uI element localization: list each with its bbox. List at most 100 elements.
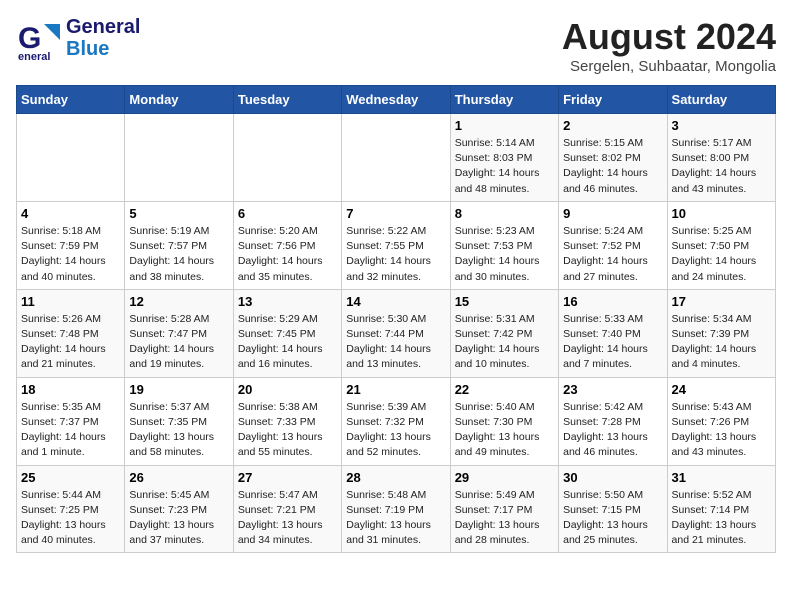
day-info: Sunrise: 5:31 AM Sunset: 7:42 PM Dayligh… xyxy=(455,312,554,373)
day-number: 6 xyxy=(238,206,337,221)
calendar-cell: 11 Sunrise: 5:26 AM Sunset: 7:48 PM Dayli… xyxy=(17,289,125,377)
calendar-cell: 30 Sunrise: 5:50 AM Sunset: 7:15 PM Dayli… xyxy=(559,465,667,553)
calendar-cell: 5Sunrise: 5:19 AM Sunset: 7:57 PM Daylig… xyxy=(125,201,233,289)
day-number: 23 xyxy=(563,382,662,397)
calendar-cell: 24Sunrise: 5:43 AM Sunset: 7:26 PM Dayli… xyxy=(667,377,775,465)
calendar-cell: 14Sunrise: 5:30 AM Sunset: 7:44 PM Dayli… xyxy=(342,289,450,377)
day-number: 29 xyxy=(455,470,554,485)
calendar-cell: 19 Sunrise: 5:37 AM Sunset: 7:35 PM Dayli… xyxy=(125,377,233,465)
svg-text:eneral: eneral xyxy=(18,51,50,60)
calendar-cell: 22Sunrise: 5:40 AM Sunset: 7:30 PM Dayli… xyxy=(450,377,558,465)
calendar-cell xyxy=(233,114,341,202)
day-info: Sunrise: 5:24 AM Sunset: 7:52 PM Dayligh… xyxy=(563,224,662,285)
day-info: Sunrise: 5:42 AM Sunset: 7:28 PM Dayligh… xyxy=(563,400,662,461)
calendar-cell: 9 Sunrise: 5:24 AM Sunset: 7:52 PM Daylig… xyxy=(559,201,667,289)
calendar-cell: 18Sunrise: 5:35 AM Sunset: 7:37 PM Dayli… xyxy=(17,377,125,465)
day-info: Sunrise: 5:15 AM Sunset: 8:02 PM Dayligh… xyxy=(563,136,662,197)
day-number: 15 xyxy=(455,294,554,309)
month-title: August 2024 xyxy=(562,16,776,58)
week-row-4: 18Sunrise: 5:35 AM Sunset: 7:37 PM Dayli… xyxy=(17,377,776,465)
calendar-cell xyxy=(342,114,450,202)
day-number: 30 xyxy=(563,470,662,485)
day-number: 8 xyxy=(455,206,554,221)
calendar-cell: 2 Sunrise: 5:15 AM Sunset: 8:02 PM Daylig… xyxy=(559,114,667,202)
weekday-header-row: SundayMondayTuesdayWednesdayThursdayFrid… xyxy=(17,86,776,114)
day-info: Sunrise: 5:45 AM Sunset: 7:23 PM Dayligh… xyxy=(129,488,228,549)
calendar-cell: 16 Sunrise: 5:33 AM Sunset: 7:40 PM Dayli… xyxy=(559,289,667,377)
day-info: Sunrise: 5:38 AM Sunset: 7:33 PM Dayligh… xyxy=(238,400,337,461)
weekday-header-thursday: Thursday xyxy=(450,86,558,114)
day-number: 17 xyxy=(672,294,771,309)
calendar-cell: 31Sunrise: 5:52 AM Sunset: 7:14 PM Dayli… xyxy=(667,465,775,553)
day-number: 21 xyxy=(346,382,445,397)
day-info: Sunrise: 5:47 AM Sunset: 7:21 PM Dayligh… xyxy=(238,488,337,549)
calendar-cell: 21 Sunrise: 5:39 AM Sunset: 7:32 PM Dayli… xyxy=(342,377,450,465)
day-number: 13 xyxy=(238,294,337,309)
day-info: Sunrise: 5:18 AM Sunset: 7:59 PM Dayligh… xyxy=(21,224,120,285)
calendar-cell xyxy=(125,114,233,202)
day-number: 25 xyxy=(21,470,120,485)
logo: G eneral General Blue xyxy=(16,16,140,60)
calendar-cell xyxy=(17,114,125,202)
calendar-cell: 27 Sunrise: 5:47 AM Sunset: 7:21 PM Dayli… xyxy=(233,465,341,553)
day-info: Sunrise: 5:40 AM Sunset: 7:30 PM Dayligh… xyxy=(455,400,554,461)
week-row-5: 25 Sunrise: 5:44 AM Sunset: 7:25 PM Dayli… xyxy=(17,465,776,553)
day-number: 1 xyxy=(455,118,554,133)
calendar-cell: 4 Sunrise: 5:18 AM Sunset: 7:59 PM Daylig… xyxy=(17,201,125,289)
day-number: 26 xyxy=(129,470,228,485)
logo-general: General xyxy=(66,16,140,38)
calendar-cell: 26 Sunrise: 5:45 AM Sunset: 7:23 PM Dayli… xyxy=(125,465,233,553)
day-info: Sunrise: 5:26 AM Sunset: 7:48 PM Dayligh… xyxy=(21,312,120,373)
week-row-2: 4 Sunrise: 5:18 AM Sunset: 7:59 PM Daylig… xyxy=(17,201,776,289)
day-info: Sunrise: 5:25 AM Sunset: 7:50 PM Dayligh… xyxy=(672,224,771,285)
day-info: Sunrise: 5:50 AM Sunset: 7:15 PM Dayligh… xyxy=(563,488,662,549)
weekday-header-saturday: Saturday xyxy=(667,86,775,114)
day-info: Sunrise: 5:44 AM Sunset: 7:25 PM Dayligh… xyxy=(21,488,120,549)
day-info: Sunrise: 5:33 AM Sunset: 7:40 PM Dayligh… xyxy=(563,312,662,373)
day-number: 5 xyxy=(129,206,228,221)
calendar-cell: 29Sunrise: 5:49 AM Sunset: 7:17 PM Dayli… xyxy=(450,465,558,553)
calendar-cell: 1 Sunrise: 5:14 AM Sunset: 8:03 PM Daylig… xyxy=(450,114,558,202)
header: G eneral General Blue August 2024 Sergel… xyxy=(16,16,776,75)
logo-blue: Blue xyxy=(66,38,140,60)
day-number: 18 xyxy=(21,382,120,397)
calendar-cell: 12 Sunrise: 5:28 AM Sunset: 7:47 PM Dayli… xyxy=(125,289,233,377)
day-number: 11 xyxy=(21,294,120,309)
calendar-cell: 6 Sunrise: 5:20 AM Sunset: 7:56 PM Daylig… xyxy=(233,201,341,289)
day-number: 4 xyxy=(21,206,120,221)
day-info: Sunrise: 5:39 AM Sunset: 7:32 PM Dayligh… xyxy=(346,400,445,461)
calendar-cell: 7 Sunrise: 5:22 AM Sunset: 7:55 PM Daylig… xyxy=(342,201,450,289)
day-number: 16 xyxy=(563,294,662,309)
day-number: 2 xyxy=(563,118,662,133)
day-number: 14 xyxy=(346,294,445,309)
day-info: Sunrise: 5:20 AM Sunset: 7:56 PM Dayligh… xyxy=(238,224,337,285)
day-number: 20 xyxy=(238,382,337,397)
day-info: Sunrise: 5:14 AM Sunset: 8:03 PM Dayligh… xyxy=(455,136,554,197)
page-wrapper: G eneral General Blue August 2024 Sergel… xyxy=(16,16,776,553)
day-info: Sunrise: 5:22 AM Sunset: 7:55 PM Dayligh… xyxy=(346,224,445,285)
subtitle: Sergelen, Suhbaatar, Mongolia xyxy=(562,58,776,75)
weekday-header-sunday: Sunday xyxy=(17,86,125,114)
day-number: 12 xyxy=(129,294,228,309)
day-info: Sunrise: 5:48 AM Sunset: 7:19 PM Dayligh… xyxy=(346,488,445,549)
week-row-1: 1 Sunrise: 5:14 AM Sunset: 8:03 PM Daylig… xyxy=(17,114,776,202)
day-number: 24 xyxy=(672,382,771,397)
day-number: 27 xyxy=(238,470,337,485)
weekday-header-friday: Friday xyxy=(559,86,667,114)
calendar-cell: 10Sunrise: 5:25 AM Sunset: 7:50 PM Dayli… xyxy=(667,201,775,289)
calendar-cell: 23 Sunrise: 5:42 AM Sunset: 7:28 PM Dayli… xyxy=(559,377,667,465)
week-row-3: 11 Sunrise: 5:26 AM Sunset: 7:48 PM Dayli… xyxy=(17,289,776,377)
calendar-cell: 15 Sunrise: 5:31 AM Sunset: 7:42 PM Dayli… xyxy=(450,289,558,377)
day-number: 3 xyxy=(672,118,771,133)
day-info: Sunrise: 5:28 AM Sunset: 7:47 PM Dayligh… xyxy=(129,312,228,373)
day-number: 9 xyxy=(563,206,662,221)
logo-icon: G eneral xyxy=(16,16,60,60)
weekday-header-wednesday: Wednesday xyxy=(342,86,450,114)
day-info: Sunrise: 5:52 AM Sunset: 7:14 PM Dayligh… xyxy=(672,488,771,549)
day-info: Sunrise: 5:37 AM Sunset: 7:35 PM Dayligh… xyxy=(129,400,228,461)
day-number: 19 xyxy=(129,382,228,397)
day-number: 7 xyxy=(346,206,445,221)
day-info: Sunrise: 5:34 AM Sunset: 7:39 PM Dayligh… xyxy=(672,312,771,373)
title-block: August 2024 Sergelen, Suhbaatar, Mongoli… xyxy=(562,16,776,75)
calendar-cell: 3Sunrise: 5:17 AM Sunset: 8:00 PM Daylig… xyxy=(667,114,775,202)
